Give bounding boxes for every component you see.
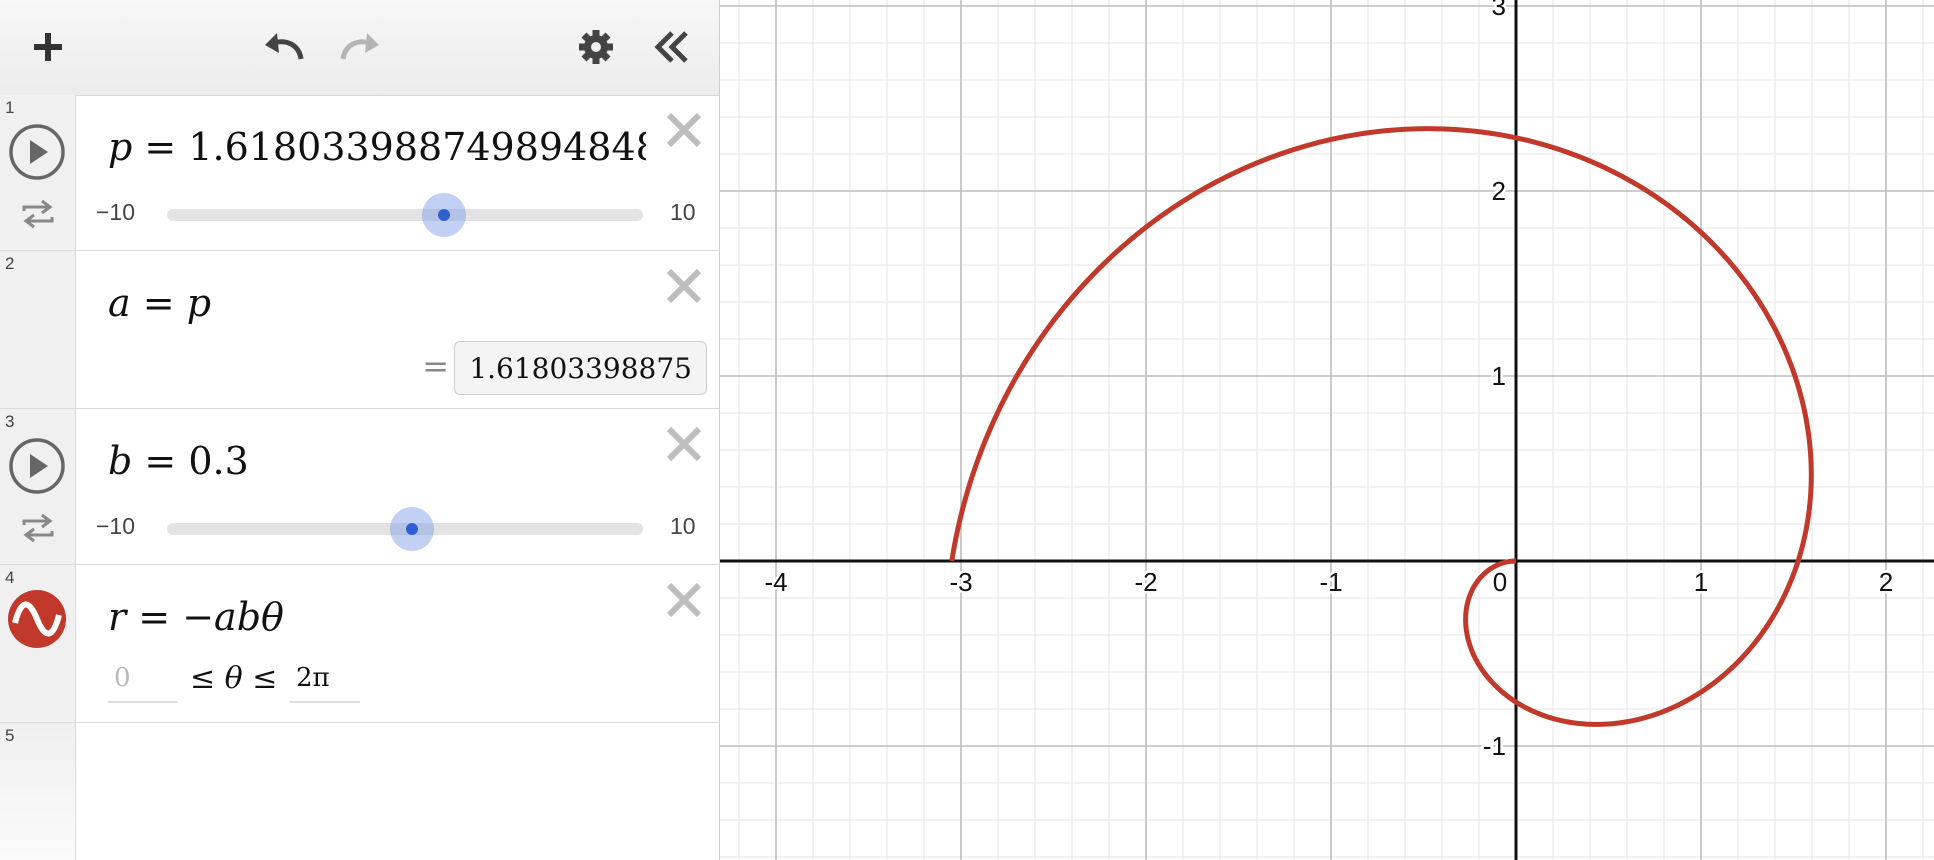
- slider-3-track[interactable]: [167, 507, 643, 551]
- add-expression-button[interactable]: [22, 24, 74, 70]
- expression-gutter: 1: [0, 95, 76, 250]
- undo-icon: [265, 33, 304, 60]
- x-tick-label: 2: [1879, 567, 1893, 597]
- expression-number: 1: [5, 98, 15, 117]
- expression-number: 5: [5, 726, 15, 745]
- expression-math[interactable]: b = 0.3: [108, 439, 249, 483]
- y-tick-label: 1: [1492, 361, 1506, 391]
- domain-max-input[interactable]: 2π: [290, 663, 360, 703]
- x-tick-label: 0: [1493, 567, 1507, 597]
- variable-name: b: [108, 439, 133, 483]
- y-tick-label: 2: [1492, 176, 1506, 206]
- expression-gutter: 5: [0, 723, 76, 860]
- double-chevron-left-icon: [654, 31, 688, 63]
- play-icon[interactable]: [8, 123, 66, 181]
- y-tick-label: 3: [1492, 0, 1506, 21]
- tick-labels: -4 -3 -2 -1 0 1 2 3 2 1 -1: [762, 0, 1896, 764]
- redo-icon: [340, 33, 379, 60]
- slider-min-label[interactable]: −10: [96, 513, 135, 540]
- slider-min-label[interactable]: −10: [96, 199, 135, 226]
- expression-number: 4: [5, 568, 15, 587]
- slider-max-label[interactable]: 10: [670, 199, 696, 226]
- collapse-panel-button[interactable]: [646, 24, 698, 70]
- delete-expression-2-button[interactable]: [663, 265, 705, 307]
- expression-math[interactable]: a = p: [108, 281, 211, 325]
- expression-row-2[interactable]: 2 a = p = 1.61803398875: [0, 251, 719, 409]
- plus-icon: [34, 33, 62, 61]
- expression-math[interactable]: p = 1.61803398874989484820: [108, 125, 646, 169]
- result-equals-sign: =: [422, 347, 449, 385]
- undo-button[interactable]: [258, 24, 310, 70]
- expression-row-3[interactable]: 3 b = 0.3 −10 10: [0, 409, 719, 565]
- expression-row-1[interactable]: 1 p = 1.61803398874989484820 −10 10: [0, 95, 719, 251]
- variable-value: 0.3: [188, 439, 249, 483]
- gear-icon: [579, 30, 613, 64]
- delete-expression-4-button[interactable]: [663, 579, 705, 621]
- x-tick-label: -2: [1134, 567, 1157, 597]
- minor-gridlines: [720, 0, 1934, 860]
- evaluated-result: 1.61803398875: [454, 341, 707, 395]
- expression-row-4[interactable]: 4 r = −abθ 0 ≤ θ ≤ 2π: [0, 565, 719, 723]
- settings-button[interactable]: [570, 24, 622, 70]
- expression-gutter: 2: [0, 251, 76, 408]
- expression-gutter: 3: [0, 409, 76, 564]
- expression-gutter: 4: [0, 565, 76, 722]
- expression-rhs: −abθ: [182, 595, 284, 639]
- y-tick-label: -1: [1483, 731, 1506, 761]
- slider-3-thumb[interactable]: [390, 507, 435, 551]
- x-tick-label: -3: [949, 567, 972, 597]
- equals-sign: =: [144, 125, 177, 169]
- equals-sign: =: [142, 281, 175, 325]
- expression-number: 2: [5, 254, 15, 273]
- slider-1-thumb[interactable]: [421, 193, 466, 237]
- x-tick-label: -1: [1319, 567, 1342, 597]
- delete-expression-1-button[interactable]: [663, 109, 705, 151]
- variable-name: a: [108, 281, 131, 325]
- delete-expression-3-button[interactable]: [663, 423, 705, 465]
- slider-max-label[interactable]: 10: [670, 513, 696, 540]
- axes: [720, 0, 1934, 860]
- expression-toolbar: [0, 0, 719, 96]
- variable-value: 1.61803398874989484820: [188, 125, 646, 169]
- play-icon[interactable]: [8, 437, 66, 495]
- major-gridlines: [720, 0, 1934, 860]
- loop-icon[interactable]: [20, 513, 56, 543]
- expression-math[interactable]: r = −abθ: [108, 595, 284, 639]
- expression-number: 3: [5, 412, 15, 431]
- expression-row-5[interactable]: 5: [0, 723, 719, 860]
- equals-sign: =: [138, 595, 171, 639]
- graph-canvas[interactable]: -4 -3 -2 -1 0 1 2 3 2 1 -1: [720, 0, 1934, 860]
- loop-icon[interactable]: [20, 199, 56, 229]
- x-tick-label: -4: [764, 567, 787, 597]
- slider-thumb-dot: [406, 523, 419, 535]
- equals-sign: =: [144, 439, 177, 483]
- graph-color-toggle-icon[interactable]: [7, 589, 67, 649]
- expression-panel: 1 p = 1.61803398874989484820 −10 10 2 a …: [0, 0, 720, 860]
- domain-inequality: ≤ θ ≤: [190, 661, 278, 696]
- variable-name: r: [108, 595, 127, 639]
- slider-1-track[interactable]: [167, 193, 643, 237]
- variable-name: p: [108, 125, 133, 169]
- variable-value: p: [186, 281, 212, 325]
- slider-thumb-dot: [437, 209, 450, 221]
- domain-min-input[interactable]: 0: [108, 663, 178, 703]
- redo-button[interactable]: [334, 24, 386, 70]
- x-tick-label: 1: [1694, 567, 1708, 597]
